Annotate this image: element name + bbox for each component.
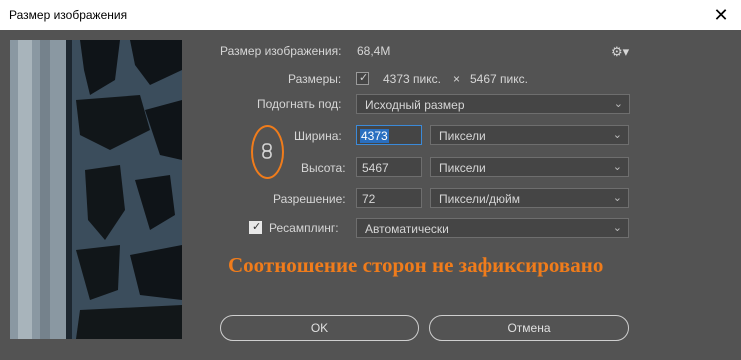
resolution-unit-value: Пиксели/дюйм bbox=[439, 192, 520, 206]
chain-link-icon[interactable] bbox=[262, 143, 272, 159]
resample-method-select[interactable]: Автоматически ⌄ bbox=[356, 218, 629, 238]
resolution-value: 72 bbox=[362, 192, 376, 206]
cancel-button[interactable]: Отмена bbox=[429, 315, 629, 341]
resolution-input[interactable]: 72 bbox=[356, 188, 422, 208]
height-unit-select[interactable]: Пиксели ⌄ bbox=[430, 157, 629, 177]
image-size-label: Размер изображения: bbox=[220, 44, 342, 58]
chevron-down-icon: ⌄ bbox=[612, 129, 622, 141]
close-icon[interactable]: ✕ bbox=[707, 3, 735, 27]
width-unit-select[interactable]: Пиксели ⌄ bbox=[430, 125, 629, 145]
gear-icon[interactable]: ⚙▾ bbox=[611, 44, 631, 59]
dimensions-label: Размеры: bbox=[288, 72, 342, 86]
fit-to-label: Подогнать под: bbox=[257, 97, 342, 111]
window-title: Размер изображения bbox=[9, 8, 128, 22]
dimensions-height: 5467 пикс. bbox=[470, 72, 528, 86]
title-bar: Размер изображения ✕ bbox=[0, 0, 741, 30]
dimensions-separator: × bbox=[453, 72, 461, 86]
dimensions-width: 4373 пикс. bbox=[383, 72, 441, 86]
width-value: 4373 bbox=[360, 129, 389, 143]
image-size-value: 68,4M bbox=[357, 44, 391, 58]
resample-method-value: Автоматически bbox=[365, 222, 449, 236]
height-value: 5467 bbox=[362, 161, 389, 175]
height-label: Высота: bbox=[301, 161, 346, 175]
resample-label: Ресамплинг: bbox=[269, 221, 339, 235]
height-unit-value: Пиксели bbox=[439, 161, 486, 175]
width-label: Ширина: bbox=[294, 129, 342, 143]
height-input[interactable]: 5467 bbox=[356, 157, 422, 177]
chevron-down-icon: ⌄ bbox=[612, 222, 622, 234]
chevron-down-icon: ⌄ bbox=[613, 98, 623, 110]
annotation-text: Соотношение сторон не зафиксировано bbox=[228, 253, 604, 277]
fit-to-value: Исходный размер bbox=[365, 98, 465, 112]
resolution-unit-select[interactable]: Пиксели/дюйм ⌄ bbox=[430, 188, 629, 208]
resample-checkbox[interactable]: ✓ bbox=[249, 221, 262, 234]
ok-button[interactable]: OK bbox=[220, 315, 419, 341]
width-input[interactable]: 4373 bbox=[356, 125, 422, 145]
chevron-down-icon: ⌄ bbox=[612, 161, 622, 173]
chevron-down-icon: ⌄ bbox=[612, 192, 622, 204]
resolution-label: Разрешение: bbox=[273, 192, 346, 206]
dimensions-dropdown-icon[interactable]: ✓ bbox=[356, 72, 369, 85]
width-unit-value: Пиксели bbox=[439, 129, 486, 143]
image-preview bbox=[10, 40, 182, 339]
fit-to-select[interactable]: Исходный размер ⌄ bbox=[356, 94, 630, 114]
